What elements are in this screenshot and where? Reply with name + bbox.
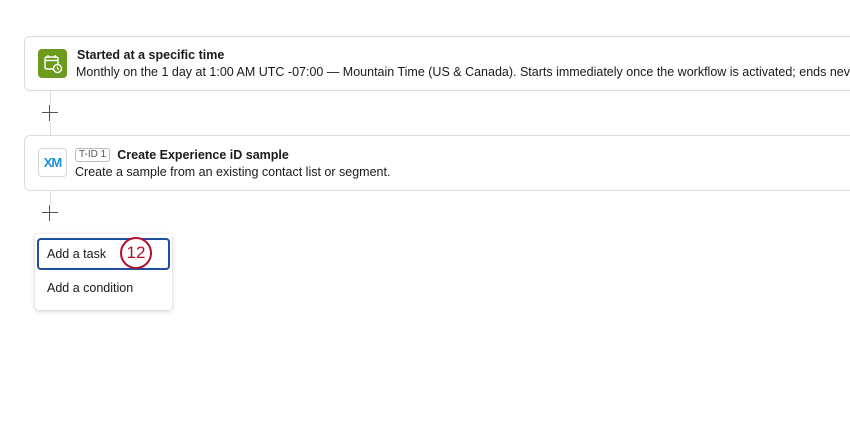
menu-item-add-condition[interactable]: Add a condition [37,272,170,304]
connector-line [50,191,51,204]
add-step-menu: Add a task Add a condition [35,234,172,310]
task-card[interactable]: XM T-ID 1 Create Experience iD sample Cr… [24,135,850,191]
step-number-badge: 12 [120,237,152,269]
task-title: Create Experience iD sample [117,148,289,162]
task-id-tag: T-ID 1 [75,148,111,162]
task-description: Create a sample from an existing contact… [75,165,391,179]
connector-line [50,91,51,104]
add-step-button[interactable] [41,204,59,222]
trigger-card[interactable]: Started at a specific time Monthly on th… [24,36,850,91]
add-step-button[interactable] [41,104,59,122]
calendar-clock-icon [38,49,67,78]
task-title-row: T-ID 1 Create Experience iD sample [75,148,289,162]
trigger-description: Monthly on the 1 day at 1:00 AM UTC -07:… [76,65,850,79]
trigger-title: Started at a specific time [77,48,225,62]
xm-logo-icon: XM [38,148,67,177]
connector-line [50,122,51,135]
